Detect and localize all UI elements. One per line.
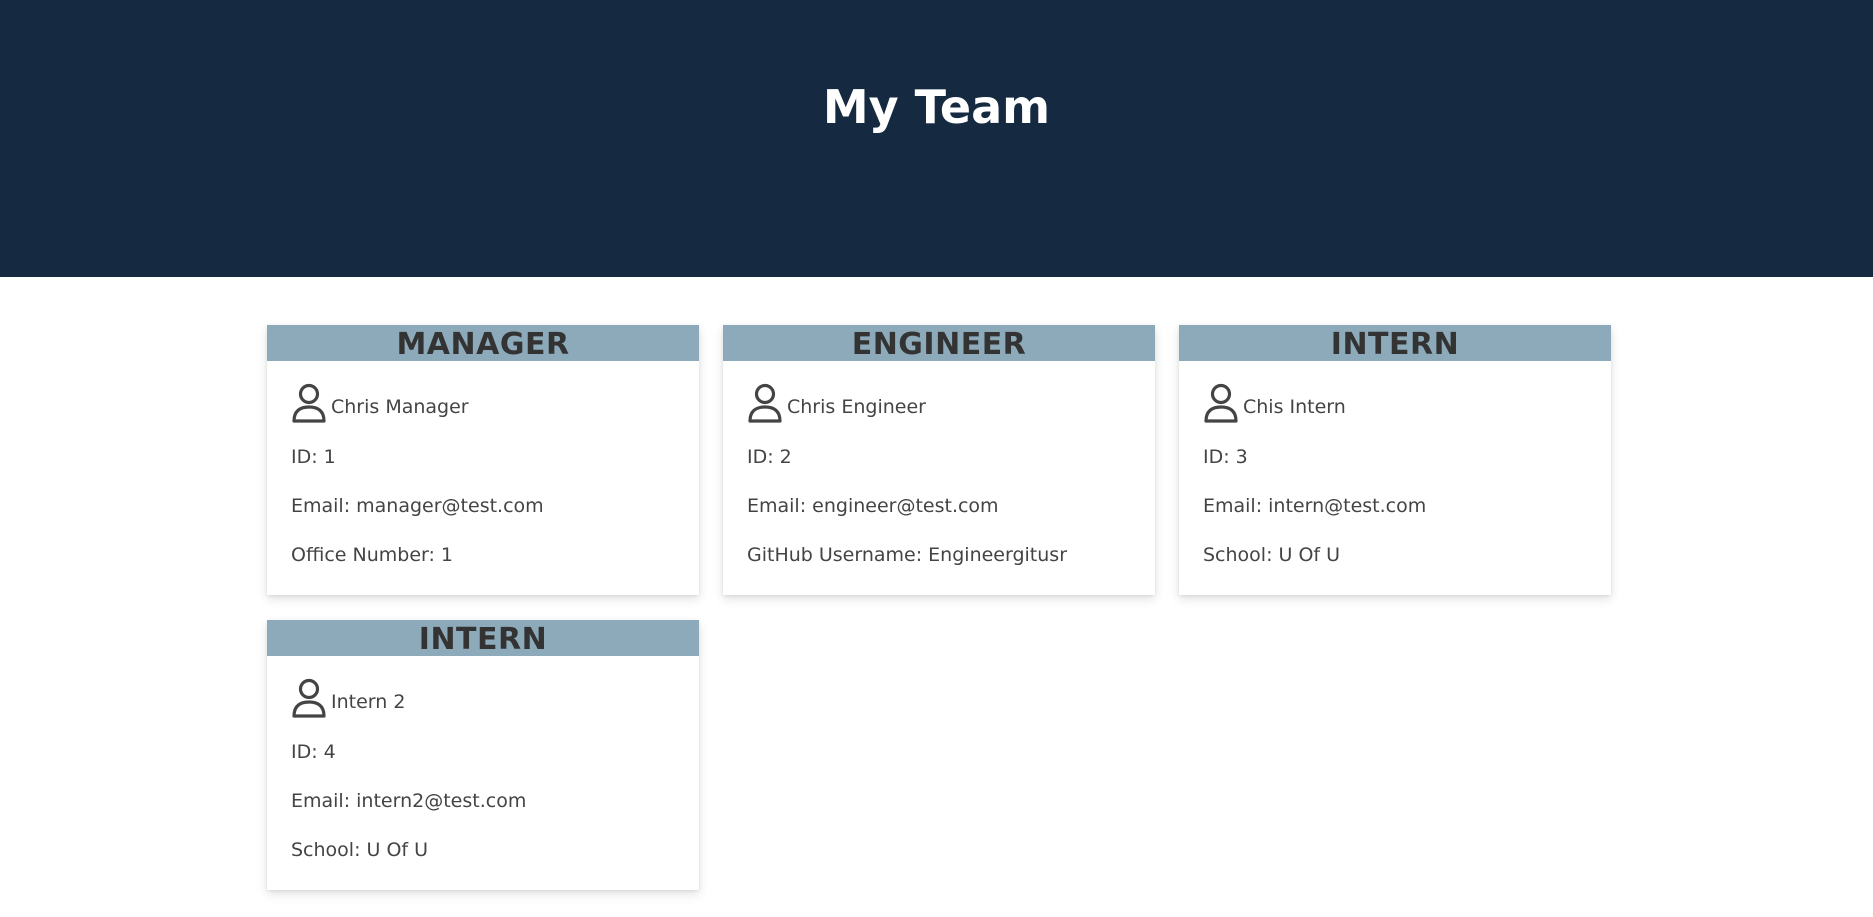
employee-id: ID: 4: [291, 741, 336, 763]
employee-email: Email: intern@test.com: [1203, 495, 1427, 517]
employee-id: ID: 1: [291, 446, 336, 468]
card-role-header: MANAGER: [267, 325, 699, 361]
card-role-header: ENGINEER: [723, 325, 1155, 361]
card-body: Intern 2 ID: 4 Email: intern2@test.com S…: [267, 656, 699, 875]
employee-card-intern: INTERN Chis Intern ID: 3 Email: intern@t…: [1179, 325, 1611, 595]
employee-name: Intern 2: [331, 691, 406, 713]
employee-name: Chris Engineer: [787, 396, 926, 418]
employee-id: ID: 2: [747, 446, 792, 468]
card-body: Chris Engineer ID: 2 Email: engineer@tes…: [723, 361, 1155, 580]
page-hero: My Team: [0, 0, 1873, 277]
employee-name-row: Chis Intern: [1203, 383, 1587, 425]
employee-email: Email: manager@test.com: [291, 495, 544, 517]
employee-office-number: Office Number: 1: [291, 544, 454, 566]
employee-school: School: U Of U: [1203, 544, 1341, 566]
person-icon: [747, 383, 783, 425]
card-body: Chis Intern ID: 3 Email: intern@test.com…: [1179, 361, 1611, 580]
team-cards: MANAGER Chris Manager ID: 1 Email: manag…: [267, 325, 1611, 890]
person-icon: [291, 678, 327, 720]
employee-github-username: GitHub Username: Engineergitusr: [747, 544, 1068, 566]
card-role-header: INTERN: [267, 620, 699, 656]
card-role-header: INTERN: [1179, 325, 1611, 361]
employee-name-row: Chris Manager: [291, 383, 675, 425]
page-title: My Team: [822, 80, 1051, 134]
person-icon: [291, 383, 327, 425]
employee-id: ID: 3: [1203, 446, 1248, 468]
employee-name-row: Chris Engineer: [747, 383, 1131, 425]
employee-card-manager: MANAGER Chris Manager ID: 1 Email: manag…: [267, 325, 699, 595]
employee-email: Email: intern2@test.com: [291, 790, 527, 812]
employee-name: Chis Intern: [1243, 396, 1346, 418]
employee-name-row: Intern 2: [291, 678, 675, 720]
employee-email: Email: engineer@test.com: [747, 495, 999, 517]
employee-card-engineer: ENGINEER Chris Engineer ID: 2 Email: eng…: [723, 325, 1155, 595]
card-body: Chris Manager ID: 1 Email: manager@test.…: [267, 361, 699, 580]
employee-name: Chris Manager: [331, 396, 469, 418]
employee-school: School: U Of U: [291, 839, 429, 861]
employee-card-intern: INTERN Intern 2 ID: 4 Email: intern2@tes…: [267, 620, 699, 890]
person-icon: [1203, 383, 1239, 425]
